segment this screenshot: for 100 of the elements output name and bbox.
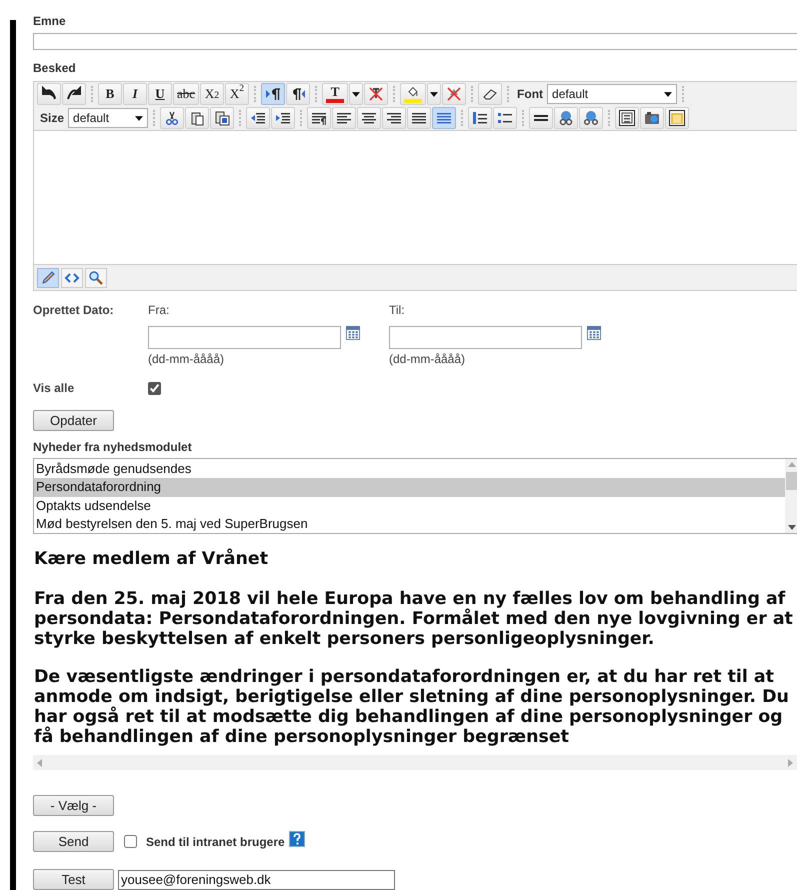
search-icon — [88, 270, 104, 286]
news-listbox[interactable]: Byrådsmøde genudsendes Persondataforordning Optakts udsendelse Mød bestyrelsen den 5. maj ved SuperBrugsen — [33, 458, 797, 534]
align-left-icon — [336, 110, 352, 126]
toolbar-button[interactable] — [246, 107, 270, 129]
toolbar-button[interactable] — [261, 83, 286, 105]
toolbar-button[interactable] — [286, 83, 310, 105]
align-right-icon — [386, 110, 402, 126]
dropdown-button[interactable] — [427, 83, 442, 105]
toolbar-button[interactable] — [478, 83, 502, 105]
toolbar-button[interactable] — [62, 83, 86, 105]
toolbar-button[interactable] — [529, 107, 554, 129]
numbered-list-icon — [472, 110, 488, 126]
checkbox[interactable] — [148, 382, 161, 394]
document-icon — [619, 110, 636, 126]
right-to-left-icon — [290, 86, 306, 102]
scrollbar[interactable] — [785, 459, 797, 533]
caret-icon — [352, 92, 360, 96]
list-item[interactable]: Byrådsmøde genudsendes — [34, 460, 785, 478]
undo-icon — [41, 86, 57, 102]
checkbox[interactable] — [124, 835, 137, 848]
outdent-icon — [250, 110, 266, 126]
toolbar-button[interactable] — [357, 107, 382, 129]
arrow-down-icon[interactable] — [788, 524, 796, 530]
scrollbar-thumb[interactable] — [786, 472, 797, 490]
remove-color-icon — [368, 86, 384, 102]
toolbar-button[interactable] — [210, 107, 234, 129]
toolbar-button[interactable] — [554, 107, 578, 129]
justify-icon — [436, 110, 452, 126]
toolbar-button[interactable] — [665, 107, 690, 129]
format-button[interactable]: X$_{2}$ — [200, 83, 224, 105]
toolbar-button[interactable] — [307, 107, 332, 129]
folder-icon — [669, 110, 686, 126]
dropdown-button[interactable] — [349, 83, 364, 105]
format-hint: (dd-mm-åååå) — [148, 351, 226, 368]
date-field[interactable] — [389, 326, 582, 349]
field-label: Fra: — [148, 302, 170, 319]
format-button[interactable]: U — [148, 83, 172, 105]
field-label: Besked — [33, 60, 77, 77]
dropdown[interactable]: default — [547, 84, 678, 104]
toolbar-button[interactable] — [332, 107, 356, 129]
remove-highlight-icon — [446, 86, 462, 102]
heading: Kære medlem af Vrånet — [34, 549, 270, 569]
toolbar-button[interactable] — [271, 107, 296, 129]
scissors-icon — [164, 110, 180, 126]
paragraph-align-icon — [311, 110, 328, 126]
update-button[interactable]: Opdater — [33, 410, 114, 431]
list-item[interactable]: Mød bestyrelsen den 5. maj ved SuperBrugsen — [34, 514, 785, 533]
format-button[interactable]: I — [123, 83, 147, 105]
field-label: Nyheder fra nyhedsmodulet — [33, 439, 193, 456]
format-button[interactable]: X$^{2}$ — [225, 83, 250, 105]
globe-link-icon — [558, 110, 574, 126]
left-to-right-icon — [265, 86, 282, 102]
toolbar-button[interactable] — [615, 107, 640, 129]
toolbar-button[interactable] — [160, 107, 184, 129]
bullet-list-icon — [497, 110, 514, 126]
field-label: Oprettet Dato: — [33, 302, 115, 319]
toolbar-button[interactable] — [468, 107, 492, 129]
paragraph: Fra den 25. maj 2018 vil hele Europa have en ny fælles lov om behandling af persondata: Persondataforordningen. Formålet med den nye lovgivning er at styrke beskyttelsen af enkelt personers personligeoplysninger. — [34, 589, 793, 649]
clipboard-icon — [189, 110, 206, 126]
subject-field[interactable] — [33, 33, 797, 50]
checkbox-label: Send til intranet brugere — [146, 834, 285, 850]
mode-tab[interactable] — [37, 268, 59, 288]
indent-icon — [275, 110, 292, 126]
calendar-icon[interactable] — [586, 326, 602, 340]
toolbar-button[interactable] — [382, 107, 406, 129]
date-field[interactable] — [148, 326, 341, 349]
field-label: Vis alle — [33, 380, 76, 397]
pencil-icon — [40, 270, 56, 286]
toolbar-button[interactable] — [640, 107, 664, 129]
test-button[interactable]: Test — [33, 869, 114, 890]
toolbar-label: Font — [517, 86, 544, 103]
help-icon[interactable] — [288, 830, 305, 846]
color-button[interactable]: T — [322, 83, 348, 105]
dropdown[interactable]: default — [68, 108, 148, 128]
justify-icon — [411, 110, 428, 126]
toolbar-button[interactable] — [579, 107, 604, 129]
toolbar-label: Size — [40, 110, 64, 127]
send-button[interactable]: Send — [33, 831, 114, 852]
paint-bucket-icon — [406, 86, 420, 99]
format-button[interactable]: B — [98, 83, 122, 105]
toolbar-button[interactable] — [493, 107, 518, 129]
calendar-icon[interactable] — [345, 326, 361, 340]
toolbar-button[interactable] — [407, 107, 432, 129]
camera-icon — [644, 110, 660, 126]
list-item[interactable]: Optakts udsendelse — [34, 496, 785, 515]
redo-icon — [66, 86, 82, 102]
list-item[interactable]: Persondataforordning — [34, 478, 785, 496]
mode-tab[interactable] — [61, 268, 83, 288]
field-label: Emne — [33, 13, 67, 30]
choose-button[interactable]: - Vælg - — [33, 795, 114, 816]
toolbar-button[interactable] — [364, 83, 388, 105]
format-button[interactable]: abc — [173, 83, 200, 105]
toolbar-button[interactable] — [185, 107, 210, 129]
toolbar-button[interactable] — [37, 83, 61, 105]
email-field[interactable]: yousee@foreningsweb.dk — [118, 870, 395, 890]
caret-icon — [430, 92, 438, 96]
mode-tab[interactable] — [85, 268, 107, 288]
color-button[interactable] — [400, 83, 426, 105]
globe-unlink-icon — [583, 110, 600, 126]
caret-icon — [664, 92, 672, 96]
